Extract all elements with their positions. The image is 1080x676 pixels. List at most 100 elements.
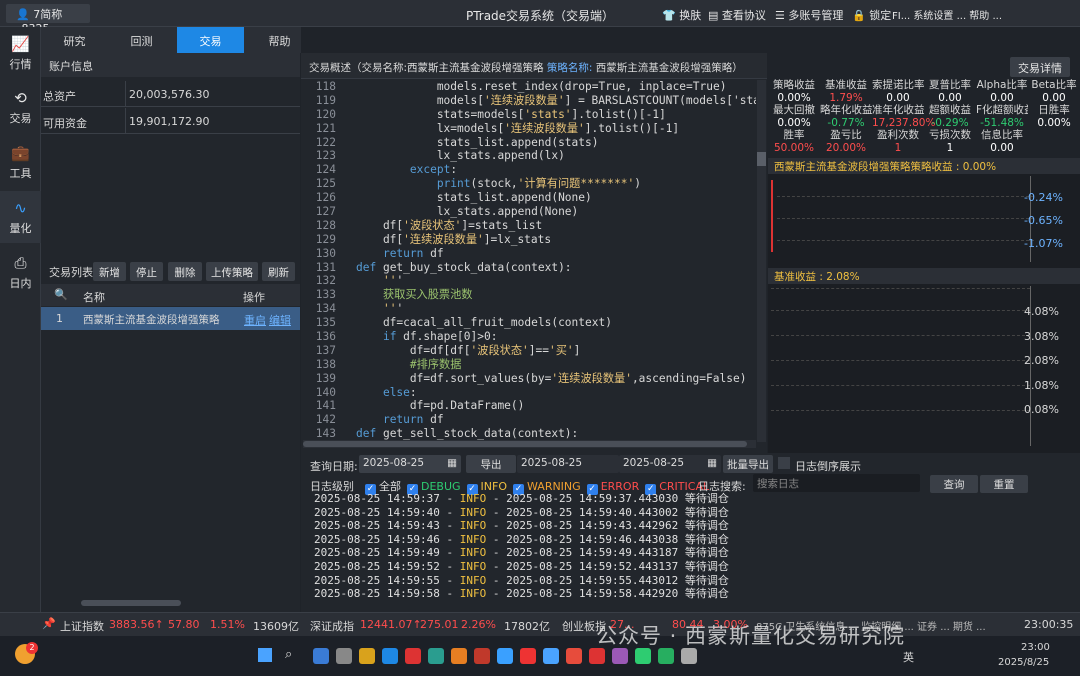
- code-line[interactable]: 133 获取买入股票池数: [304, 288, 756, 302]
- toolbar-overflow[interactable]: FI... 系统设置 ... 帮助 ...: [892, 7, 1080, 22]
- stat-cell: 盈亏比 20.00%: [820, 129, 872, 154]
- tab-backtest[interactable]: 回测: [108, 27, 175, 53]
- tab-research[interactable]: 研究: [41, 27, 108, 53]
- tab-trade[interactable]: 交易: [177, 27, 244, 53]
- taskbar-app-icon[interactable]: [589, 648, 605, 664]
- code-text: lx=models['连续波段数量'].tolist()[-1]: [356, 121, 680, 135]
- start-icon[interactable]: [258, 648, 272, 662]
- query-button[interactable]: 查询: [930, 475, 978, 493]
- code-line[interactable]: 142 return df: [304, 413, 756, 427]
- code-line[interactable]: 129 df['连续波段数量']=lx_stats: [304, 233, 756, 247]
- taskbar-app-icon[interactable]: [566, 648, 582, 664]
- stat-cell: Alpha比率 0.00: [976, 79, 1028, 104]
- code-line[interactable]: 122 stats_list.append(stats): [304, 136, 756, 150]
- sidebar-item-quant[interactable]: ∿ 量化: [0, 191, 41, 243]
- taskbar-app-icon[interactable]: [313, 648, 329, 664]
- code-line[interactable]: 128 df['波段状态']=stats_list: [304, 219, 756, 233]
- taskbar-app-icon[interactable]: [405, 648, 421, 664]
- view-agreement-button[interactable]: ▤ 查看协议: [708, 7, 766, 23]
- pin-icon[interactable]: 📌: [42, 617, 56, 630]
- code-line[interactable]: 131 def get_buy_stock_data(context):: [304, 261, 756, 275]
- code-lines[interactable]: 118 models.reset_index(drop=True, inplac…: [304, 80, 756, 440]
- code-line[interactable]: 123 lx_stats.append(lx): [304, 149, 756, 163]
- search-icon[interactable]: ⌕: [285, 647, 292, 662]
- calendar-icon: ▦: [447, 457, 457, 469]
- edit-link[interactable]: 编辑: [269, 312, 291, 328]
- sidebar-item-market[interactable]: 📈 行情: [0, 35, 41, 72]
- line-number: 140: [315, 385, 336, 399]
- delete-button[interactable]: 删除: [168, 262, 202, 281]
- code-line[interactable]: 130 return df: [304, 247, 756, 261]
- sidebar-item-tools[interactable]: 💼 工具: [0, 144, 41, 181]
- code-line[interactable]: 126 stats_list.append(None): [304, 191, 756, 205]
- code-line[interactable]: 127 lx_stats.append(None): [304, 205, 756, 219]
- code-line[interactable]: 140 else:: [304, 386, 756, 400]
- taskbar-app-icon[interactable]: [359, 648, 375, 664]
- add-button[interactable]: 新增: [93, 262, 126, 281]
- taskbar-app-icon[interactable]: [681, 648, 697, 664]
- code-line[interactable]: 121 lx=models['连续波段数量'].tolist()[-1]: [304, 122, 756, 136]
- horizontal-scrollbar[interactable]: [81, 600, 181, 606]
- taskbar-app-icon[interactable]: [474, 648, 490, 664]
- taskbar-app-icon[interactable]: [635, 648, 651, 664]
- log-search-input[interactable]: 搜索日志: [753, 474, 920, 492]
- restart-link[interactable]: 重启: [244, 312, 266, 328]
- code-line[interactable]: 135 df=cacal_all_fruit_models(context): [304, 316, 756, 330]
- start-date-input[interactable]: 2025-08-25: [517, 455, 619, 473]
- taskbar-app-icon[interactable]: [382, 648, 398, 664]
- table-row[interactable]: 1 西蒙斯主流基金波段增强策略 重启 编辑: [41, 307, 300, 330]
- taskbar-app-icon[interactable]: [497, 648, 513, 664]
- taskbar-app-icon[interactable]: [543, 648, 559, 664]
- taskbar-app-icon[interactable]: [612, 648, 628, 664]
- code-line[interactable]: 143 def get_sell_stock_data(context):: [304, 427, 756, 440]
- taskbar-app-icon[interactable]: [520, 648, 536, 664]
- sidebar-item-intraday[interactable]: ⎙ 日内: [0, 254, 41, 291]
- code-horizontal-scrollbar[interactable]: [303, 440, 756, 448]
- reset-button[interactable]: 重置: [980, 475, 1028, 493]
- taskbar-app-icon[interactable]: [658, 648, 674, 664]
- code-line[interactable]: 134 ''': [304, 302, 756, 316]
- y-tick: -0.24%: [1024, 191, 1063, 204]
- code-line[interactable]: 120 stats=models['stats'].tolist()[-1]: [304, 108, 756, 122]
- taskbar-app-icon[interactable]: [428, 648, 444, 664]
- code-line[interactable]: 137 df=df[df['波段状态']=='买']: [304, 344, 756, 358]
- line-number: 127: [315, 205, 336, 219]
- line-number: 123: [315, 149, 336, 163]
- search-icon[interactable]: 🔍: [54, 288, 68, 301]
- stop-button[interactable]: 停止: [130, 262, 163, 281]
- refresh-button[interactable]: 刷新: [262, 262, 295, 281]
- upload-strategy-button[interactable]: 上传策略: [206, 262, 258, 281]
- code-line[interactable]: 124 except:: [304, 163, 756, 177]
- sidebar-item-trade[interactable]: ⟲ 交易: [0, 89, 41, 126]
- log-lines: 2025-08-25 14:59:37 - INFO - 2025-08-25 …: [314, 492, 754, 600]
- trade-detail-button[interactable]: 交易详情: [1010, 57, 1070, 77]
- stat-label: 信息比率: [981, 129, 1023, 141]
- code-vertical-scrollbar[interactable]: [757, 80, 766, 442]
- code-line[interactable]: 141 df=pd.DataFrame(): [304, 399, 756, 413]
- end-date-input[interactable]: 2025-08-25 ▦: [619, 455, 721, 473]
- batch-export-button[interactable]: 批量导出: [723, 455, 773, 473]
- taskbar-app-icon[interactable]: [451, 648, 467, 664]
- taskbar-date: 2025/8/25: [998, 657, 1050, 668]
- code-text: return df: [382, 246, 444, 260]
- taskbar-app-icon[interactable]: [336, 648, 352, 664]
- multi-account-button[interactable]: ☰ 多账号管理: [775, 7, 843, 23]
- skin-button[interactable]: 👕 换肤: [662, 7, 701, 23]
- lock-button[interactable]: 🔒 锁定: [852, 7, 891, 23]
- code-line[interactable]: 118 models.reset_index(drop=True, inplac…: [304, 80, 756, 94]
- tab-help[interactable]: 帮助: [246, 27, 313, 53]
- query-date-input[interactable]: 2025-08-25 ▦: [359, 455, 461, 473]
- export-button[interactable]: 导出: [466, 455, 516, 473]
- code-line[interactable]: 119 models['连续波段数量'] = BARSLASTCOUNT(mod…: [304, 94, 756, 108]
- code-line[interactable]: 136 if df.shape[0]>0:: [304, 330, 756, 344]
- ime-indicator[interactable]: 英: [903, 649, 914, 665]
- strategy-stats: 策略收益 0.00% 基准收益 1.79% 索提诺比率 0.00 夏普比率 0.00 Alpha…: [768, 79, 1080, 159]
- code-text: if df.shape[0]>0:: [382, 330, 498, 344]
- code-text: stats_list.append(stats): [356, 135, 599, 149]
- code-line[interactable]: 125 print(stock,'计算有问题*******'): [304, 177, 756, 191]
- code-line[interactable]: 139 df=df.sort_values(by='连续波段数量',ascend…: [304, 372, 756, 386]
- code-line[interactable]: 132 ''': [304, 274, 756, 288]
- reverse-checkbox[interactable]: [778, 457, 790, 469]
- code-line[interactable]: 138 #排序数据: [304, 358, 756, 372]
- line-number: 130: [315, 246, 336, 260]
